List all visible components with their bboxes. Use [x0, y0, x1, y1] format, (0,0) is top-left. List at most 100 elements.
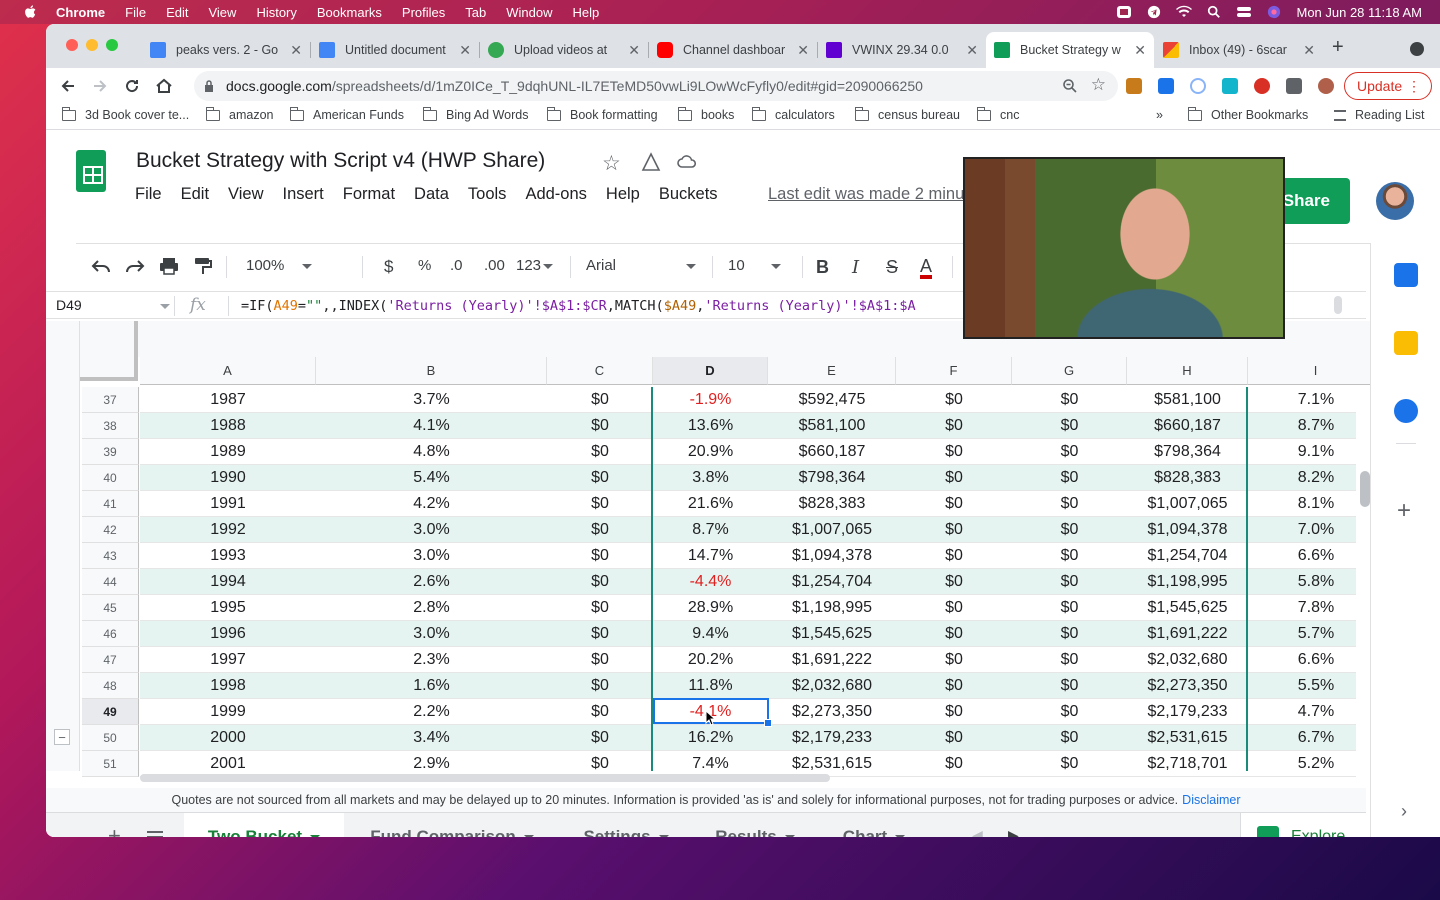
cell-c49[interactable]: $0: [547, 699, 653, 725]
tab-bucket-strategy[interactable]: Bucket Strategy w ✕: [986, 32, 1154, 68]
bookmark-folder[interactable]: 3d Book cover te...: [61, 106, 189, 122]
cell-h42[interactable]: $1,094,378: [1127, 517, 1248, 543]
menu-bookmarks[interactable]: Bookmarks: [317, 5, 382, 20]
cloud-saved-icon[interactable]: [676, 151, 698, 173]
cell-b50[interactable]: 3.4%: [316, 725, 547, 751]
cell-c44[interactable]: $0: [547, 569, 653, 595]
tab-peaks[interactable]: peaks vers. 2 - Go ✕: [142, 32, 310, 68]
menu-view[interactable]: View: [228, 185, 263, 204]
paint-format-icon[interactable]: [192, 256, 214, 276]
name-box[interactable]: D49: [56, 297, 82, 313]
maximize-window-button[interactable]: [106, 39, 118, 51]
menubar-clock[interactable]: Mon Jun 28 11:18 AM: [1296, 5, 1422, 20]
bookmark-folder[interactable]: cnc: [976, 106, 1019, 122]
print-icon[interactable]: [158, 256, 180, 276]
cell-c41[interactable]: $0: [547, 491, 653, 517]
cell-h46[interactable]: $1,691,222: [1127, 621, 1248, 647]
row-header[interactable]: 42: [82, 517, 139, 543]
font-family-select[interactable]: Arial: [586, 257, 697, 274]
cell-d41[interactable]: 21.6%: [653, 491, 768, 517]
explore-button[interactable]: Explore: [1240, 813, 1366, 837]
cell-f40[interactable]: $0: [896, 465, 1012, 491]
cell-f37[interactable]: $0: [896, 387, 1012, 413]
add-sheet-icon[interactable]: +: [108, 823, 121, 837]
collapse-group-button[interactable]: −: [54, 729, 70, 745]
cell-e47[interactable]: $1,691,222: [768, 647, 896, 673]
cell-a38[interactable]: 1988: [140, 413, 316, 439]
cell-f50[interactable]: $0: [896, 725, 1012, 751]
all-sheets-icon[interactable]: [146, 829, 164, 837]
cell-g39[interactable]: $0: [1012, 439, 1127, 465]
sheet-tab-chart[interactable]: Chart: [818, 813, 930, 837]
cell-g42[interactable]: $0: [1012, 517, 1127, 543]
cell-c37[interactable]: $0: [547, 387, 653, 413]
extension-d-icon[interactable]: [1254, 78, 1270, 94]
row-header[interactable]: 37: [82, 387, 139, 413]
cell-i49[interactable]: 4.7%: [1248, 699, 1384, 725]
menu-insert[interactable]: Insert: [283, 185, 324, 204]
cell-g46[interactable]: $0: [1012, 621, 1127, 647]
cell-h49[interactable]: $2,179,233: [1127, 699, 1248, 725]
control-center-icon[interactable]: [1236, 5, 1252, 19]
tab-channel-dashboard[interactable]: Channel dashboar ✕: [649, 32, 817, 68]
cell-d46[interactable]: 9.4%: [653, 621, 768, 647]
row-header[interactable]: 51: [82, 751, 139, 777]
cell-f39[interactable]: $0: [896, 439, 1012, 465]
cell-i43[interactable]: 6.6%: [1248, 543, 1384, 569]
undo-icon[interactable]: [90, 256, 112, 276]
cell-b38[interactable]: 4.1%: [316, 413, 547, 439]
cell-a42[interactable]: 1992: [140, 517, 316, 543]
cell-h50[interactable]: $2,531,615: [1127, 725, 1248, 751]
menu-edit[interactable]: Edit: [166, 5, 188, 20]
bookmark-folder[interactable]: census bureau: [854, 106, 960, 122]
column-header-a[interactable]: A: [140, 357, 316, 385]
forward-icon[interactable]: [90, 76, 110, 96]
menu-addons[interactable]: Add-ons: [525, 185, 586, 204]
currency-format-button[interactable]: $: [384, 257, 393, 277]
close-tab-icon[interactable]: ✕: [628, 42, 640, 59]
cell-e45[interactable]: $1,198,995: [768, 595, 896, 621]
close-window-button[interactable]: [66, 39, 78, 51]
cell-f42[interactable]: $0: [896, 517, 1012, 543]
cell-f48[interactable]: $0: [896, 673, 1012, 699]
menu-format[interactable]: Format: [343, 185, 395, 204]
cell-c39[interactable]: $0: [547, 439, 653, 465]
sheets-logo-icon[interactable]: [76, 150, 106, 192]
column-header-b[interactable]: B: [316, 357, 547, 385]
lock-icon[interactable]: [204, 80, 214, 92]
cell-h43[interactable]: $1,254,704: [1127, 543, 1248, 569]
reload-icon[interactable]: [122, 76, 142, 96]
cell-e46[interactable]: $1,545,625: [768, 621, 896, 647]
chevron-down-icon[interactable]: [784, 834, 795, 837]
cell-g50[interactable]: $0: [1012, 725, 1127, 751]
column-header-h[interactable]: H: [1127, 357, 1248, 385]
cell-h45[interactable]: $1,545,625: [1127, 595, 1248, 621]
cell-i48[interactable]: 5.5%: [1248, 673, 1384, 699]
cell-d47[interactable]: 20.2%: [653, 647, 768, 673]
other-bookmarks[interactable]: Other Bookmarks: [1187, 106, 1308, 122]
cell-e39[interactable]: $660,187: [768, 439, 896, 465]
get-addons-icon[interactable]: +: [1397, 497, 1411, 525]
cell-a46[interactable]: 1996: [140, 621, 316, 647]
row-header[interactable]: 44: [82, 569, 139, 595]
cell-e41[interactable]: $828,383: [768, 491, 896, 517]
cell-h41[interactable]: $1,007,065: [1127, 491, 1248, 517]
cell-b39[interactable]: 4.8%: [316, 439, 547, 465]
cell-d37[interactable]: -1.9%: [653, 387, 768, 413]
more-bookmarks-button[interactable]: »: [1156, 108, 1163, 122]
redo-icon[interactable]: [124, 256, 146, 276]
cell-c43[interactable]: $0: [547, 543, 653, 569]
chevron-down-icon[interactable]: [895, 834, 906, 837]
row-header[interactable]: 40: [82, 465, 139, 491]
spotlight-search-icon[interactable]: [1206, 5, 1222, 19]
row-header[interactable]: 47: [82, 647, 139, 673]
bookmark-folder[interactable]: Bing Ad Words: [422, 106, 528, 122]
row-header[interactable]: 50: [82, 725, 139, 751]
cell-c46[interactable]: $0: [547, 621, 653, 647]
cell-d42[interactable]: 8.7%: [653, 517, 768, 543]
cell-f41[interactable]: $0: [896, 491, 1012, 517]
column-header-i[interactable]: I: [1248, 357, 1384, 385]
tab-search-icon[interactable]: [1410, 42, 1424, 56]
cell-e37[interactable]: $592,475: [768, 387, 896, 413]
cell-h48[interactable]: $2,273,350: [1127, 673, 1248, 699]
